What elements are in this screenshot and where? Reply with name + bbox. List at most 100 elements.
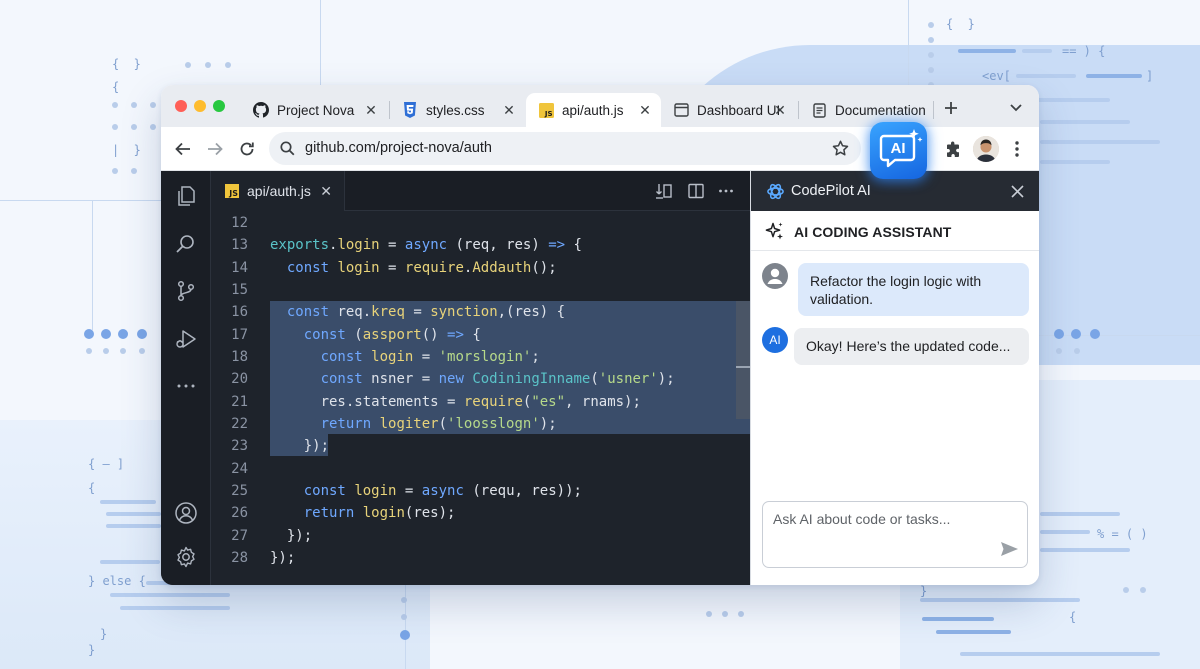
line-number: 13 [231, 237, 248, 253]
code-text: return logiter('loosslogn'); [270, 413, 557, 435]
ai-panel-subheader: AI CODING ASSISTANT [751, 211, 1039, 251]
line-number: 16 [231, 304, 248, 320]
send-icon[interactable] [999, 540, 1019, 558]
compare-changes-icon[interactable] [655, 182, 673, 200]
background-dot [139, 348, 145, 354]
forward-arrow-icon[interactable] [205, 139, 225, 159]
code-token: const [286, 260, 330, 276]
close-tab-button[interactable]: ✕ [772, 102, 788, 118]
ai-avatar: AI [762, 327, 788, 353]
background-bar [936, 630, 1011, 634]
code-line: 15 [211, 279, 750, 301]
code-token: async [421, 483, 464, 499]
background-code: ] [1146, 69, 1154, 83]
tab-dashboard-ui[interactable]: Dashboard UI ✕ [661, 93, 796, 127]
files-icon[interactable] [174, 184, 198, 208]
tab-label: styles.css [426, 102, 485, 118]
code-token: const [303, 483, 346, 499]
tab-label: api/auth.js [562, 102, 624, 118]
bookmark-star-icon[interactable] [831, 139, 849, 157]
tab-api-auth-js[interactable]: JS api/auth.js ✕ [526, 93, 661, 127]
run-debug-icon[interactable] [174, 327, 198, 351]
reload-icon[interactable] [237, 139, 257, 159]
js-icon: JS [225, 184, 239, 198]
code-line: 27 }); [211, 525, 750, 547]
chevron-down-icon[interactable] [1007, 99, 1025, 117]
background-line [320, 0, 321, 85]
background-bar [1040, 160, 1110, 164]
close-tab-button[interactable]: ✕ [501, 102, 517, 118]
more-horizontal-icon[interactable] [174, 374, 198, 398]
source-control-icon[interactable] [174, 279, 198, 303]
maximize-window-button[interactable] [213, 100, 225, 112]
background-bar [1016, 74, 1076, 78]
background-bar [960, 652, 1160, 656]
background-dot [706, 611, 712, 617]
background-bar [110, 593, 230, 597]
code-token: login [362, 505, 405, 521]
background-dot [120, 348, 126, 354]
js-icon: JS [538, 102, 554, 118]
chat-input[interactable] [773, 511, 993, 527]
close-tab-button[interactable]: ✕ [363, 102, 379, 118]
line-number: 17 [231, 327, 248, 343]
line-number: 21 [231, 394, 248, 410]
code-text: const req.kreq = synction,(res) { [270, 301, 565, 323]
code-token: => [447, 327, 464, 343]
more-horizontal-icon[interactable] [717, 182, 735, 200]
code-text: }); [270, 547, 295, 569]
tab-styles-css[interactable]: styles.css ✕ [390, 93, 525, 127]
background-dot [928, 67, 934, 73]
new-tab-button[interactable] [941, 98, 961, 118]
background-code: { [1069, 610, 1077, 624]
profile-avatar[interactable] [973, 136, 999, 162]
background-bar [920, 598, 1080, 602]
code-area[interactable]: 12 13 exports.login = async (req, res) => … [211, 211, 750, 585]
address-bar[interactable]: github.com/project-nova/auth [269, 132, 861, 165]
minimize-window-button[interactable] [194, 100, 206, 112]
line-number: 14 [231, 260, 248, 276]
codepilot-logo-icon [765, 181, 785, 201]
background-bar [100, 560, 160, 564]
close-tab-button[interactable]: ✕ [637, 102, 653, 118]
line-number: 22 [231, 416, 248, 432]
code-token: Addauth [472, 260, 532, 276]
split-editor-icon[interactable] [687, 182, 705, 200]
background-bar [106, 524, 161, 528]
code-line: 22 return logiter('loosslogn'); [211, 413, 750, 435]
background-dot [112, 124, 118, 130]
more-vertical-icon[interactable] [1007, 139, 1027, 159]
background-line [0, 200, 161, 201]
search-icon[interactable] [174, 232, 198, 256]
code-token: { [565, 237, 582, 253]
extensions-puzzle-icon[interactable] [943, 139, 963, 159]
back-arrow-icon[interactable] [173, 139, 193, 159]
code-token: "es" [531, 394, 566, 410]
background-dot [112, 102, 118, 108]
account-icon[interactable] [174, 501, 198, 525]
background-dot [185, 62, 191, 68]
background-code: { } [946, 17, 975, 31]
tab-project-nova[interactable]: Project Nova ✕ [241, 93, 387, 127]
background-dot [205, 62, 211, 68]
code-line: 26 return login(res); [211, 502, 750, 524]
background-dot [131, 102, 137, 108]
document-icon [811, 102, 827, 118]
sparkle-icon [764, 221, 785, 242]
github-icon [253, 102, 269, 118]
background-code: == ) { [1062, 44, 1106, 58]
editor-tab-api-auth-js[interactable]: JS api/auth.js ✕ [211, 171, 345, 211]
background-bar [120, 606, 230, 610]
close-icon[interactable]: ✕ [320, 183, 332, 200]
close-window-button[interactable] [175, 100, 187, 112]
line-number: 26 [231, 505, 248, 521]
ai-assistant-toggle-button[interactable]: AI [870, 122, 927, 179]
background-dot [112, 168, 118, 174]
settings-gear-icon[interactable] [174, 545, 198, 569]
close-icon[interactable] [1009, 183, 1025, 199]
svg-text:JS: JS [543, 110, 552, 118]
background-code: { — ] [88, 457, 125, 471]
